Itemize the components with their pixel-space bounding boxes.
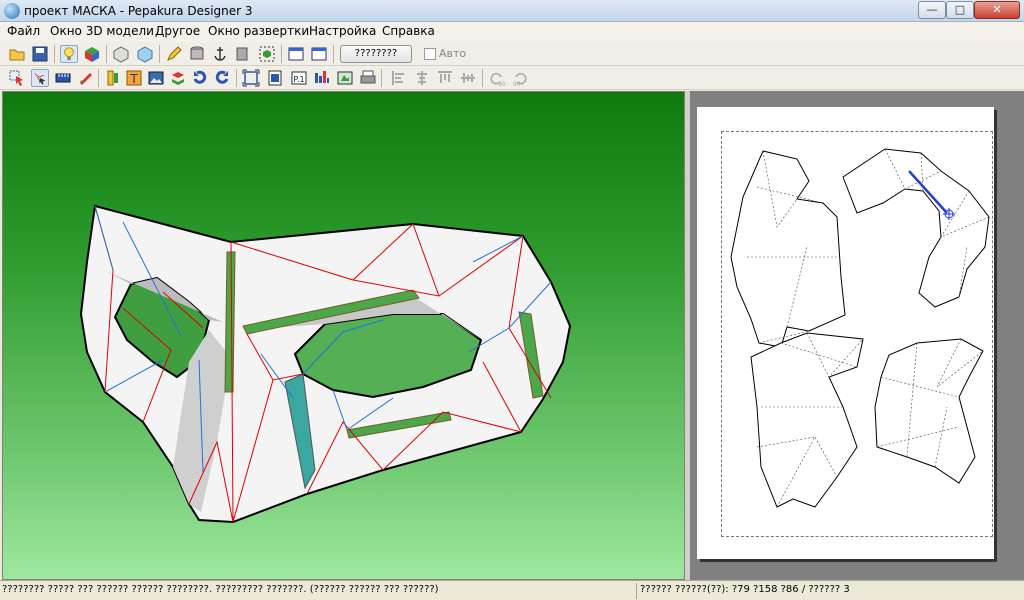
align-middle-icon[interactable] (459, 69, 477, 87)
rotate-ccw-90-icon[interactable]: 90 (488, 69, 506, 87)
status-divider (636, 583, 637, 599)
box-icon[interactable] (234, 45, 252, 63)
save-icon[interactable] (31, 45, 49, 63)
svg-text:90: 90 (498, 81, 506, 87)
unfold-toolbar: T P.1 90 90 (0, 66, 1024, 90)
pattern-part (842, 148, 990, 308)
toolbar-separator (236, 69, 237, 87)
window-title: проект МАСКА - Pepakura Designer 3 (24, 4, 253, 18)
parts-icon[interactable] (313, 69, 331, 87)
split-view-icon[interactable] (310, 45, 328, 63)
paper-sheet (697, 107, 994, 559)
print-icon[interactable] (359, 69, 377, 87)
pepakura-app-icon (4, 3, 20, 19)
align-top-icon[interactable] (436, 69, 454, 87)
auto-checkbox[interactable] (424, 48, 436, 60)
title-bar: проект МАСКА - Pepakura Designer 3 — □ ✕ (0, 0, 1024, 22)
texture-cube-icon[interactable] (136, 45, 154, 63)
toolbar-separator (482, 69, 483, 87)
svg-text:90: 90 (513, 81, 521, 87)
edge-ruler-icon[interactable] (54, 69, 72, 87)
pattern-part (750, 332, 864, 508)
single-view-icon[interactable] (287, 45, 305, 63)
page-number-icon[interactable]: P.1 (290, 69, 308, 87)
svg-text:T: T (129, 72, 138, 86)
toolbar-separator (106, 45, 107, 63)
rotate-cw-90-icon[interactable]: 90 (511, 69, 529, 87)
rotate-icon[interactable] (191, 69, 209, 87)
svg-text:P.1: P.1 (293, 75, 304, 84)
unfolded-pattern[interactable] (697, 107, 994, 559)
image-icon[interactable] (147, 69, 165, 87)
toolbar-separator (159, 45, 160, 63)
cylinder-icon[interactable] (188, 45, 206, 63)
edge-select-icon[interactable] (31, 69, 49, 87)
anchor-icon[interactable] (211, 45, 229, 63)
menu-unfold-window[interactable]: Окно развертки (208, 24, 309, 38)
toolbar-separator (333, 45, 334, 63)
unfold-button[interactable]: ???????? (340, 45, 412, 63)
toolbar-separator (98, 69, 99, 87)
fit-frame-icon[interactable] (242, 69, 260, 87)
auto-label: Авто (439, 47, 467, 60)
unfold-2d-view[interactable] (690, 91, 1024, 580)
menu-other[interactable]: Другое (155, 24, 200, 38)
menu-file[interactable]: Файл (7, 24, 40, 38)
wire-cube-icon[interactable] (112, 45, 130, 63)
status-hint: ???????? ????? ??? ?????? ?????? ???????… (2, 584, 439, 595)
main-toolbar: ???????? Авто (0, 42, 1024, 66)
page-frame-icon[interactable] (266, 69, 284, 87)
model-3d-view[interactable] (2, 91, 685, 580)
color-cube-icon[interactable] (83, 45, 101, 63)
mask-3d-model[interactable] (3, 92, 685, 580)
pattern-part (730, 150, 846, 348)
flap-icon[interactable] (104, 69, 122, 87)
maximize-button[interactable]: □ (946, 1, 974, 19)
align-center-icon[interactable] (413, 69, 431, 87)
pattern-part (874, 338, 984, 484)
minimize-button[interactable]: — (918, 1, 946, 19)
cube-select-icon[interactable] (258, 45, 276, 63)
text-icon[interactable]: T (125, 69, 143, 87)
light-bulb-icon[interactable] (60, 45, 78, 63)
pencil-icon[interactable] (165, 45, 183, 63)
align-left-icon[interactable] (390, 69, 408, 87)
status-size: ?????? ??????(??): ?79 ?158 ?86 / ??????… (640, 584, 850, 595)
toolbar-separator (381, 69, 382, 87)
join-icon[interactable] (169, 69, 187, 87)
toolbar-separator (54, 45, 55, 63)
toolbar-separator (281, 45, 282, 63)
menu-bar: Файл Окно 3D модели Другое Окно развертк… (0, 22, 1024, 42)
fill-icon[interactable] (336, 69, 354, 87)
undo-rotate-icon[interactable] (213, 69, 231, 87)
close-button[interactable]: ✕ (974, 1, 1020, 19)
menu-3d-window[interactable]: Окно 3D модели (50, 24, 154, 38)
status-bar: ???????? ????? ??? ?????? ?????? ???????… (0, 580, 1024, 600)
select-arrow-icon[interactable] (8, 69, 26, 87)
menu-settings[interactable]: Настройка (309, 24, 376, 38)
open-folder-icon[interactable] (8, 45, 26, 63)
brush-icon[interactable] (77, 69, 95, 87)
menu-help[interactable]: Справка (382, 24, 435, 38)
